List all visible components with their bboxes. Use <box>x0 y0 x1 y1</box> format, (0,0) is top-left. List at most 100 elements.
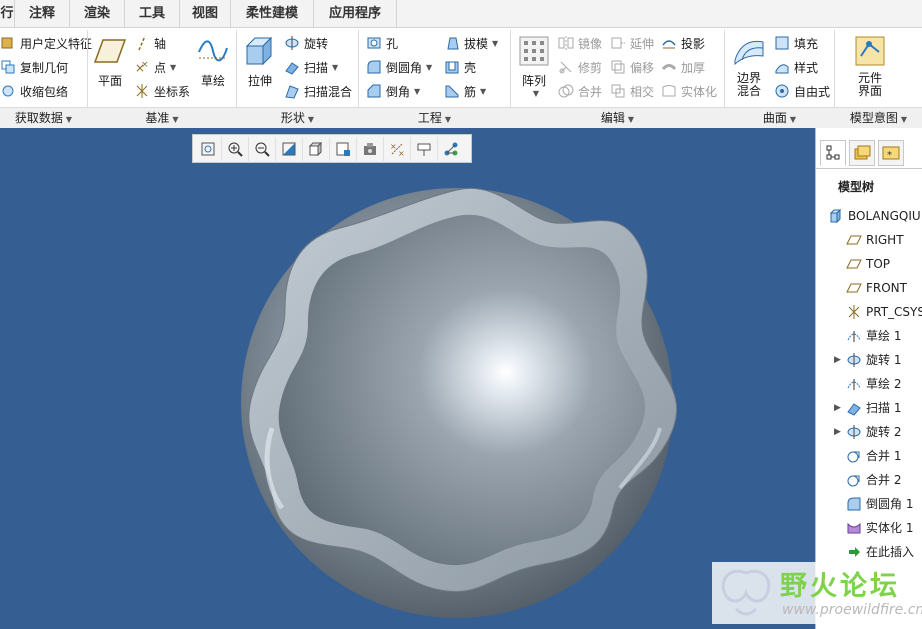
pattern-dropdown-icon[interactable]: ▼ <box>533 89 539 98</box>
tree-item-right[interactable]: RIGHT <box>846 230 904 250</box>
group-get-data-label: 获取数据 <box>14 111 63 125</box>
tree-item-label: 草绘 2 <box>866 377 902 391</box>
extend-button[interactable]: 延伸 <box>610 32 654 54</box>
csys-button[interactable]: 坐标系 <box>134 80 190 102</box>
group-surfaces[interactable]: 曲面 ▼ <box>725 108 834 128</box>
pattern-button[interactable]: 阵列 ▼ <box>517 34 551 98</box>
axis-button[interactable]: 轴 <box>134 32 166 54</box>
merge-button[interactable]: 合并 <box>558 80 602 102</box>
expand-arrow-icon[interactable]: ▶ <box>834 422 846 442</box>
merge-icon <box>846 472 862 488</box>
copy-geometry-button[interactable]: 复制几何 <box>0 56 68 78</box>
tree-item-part[interactable]: BOLANGQIU <box>828 206 921 226</box>
point-dropdown-icon[interactable]: ▼ <box>170 63 176 72</box>
tree-item-label: 草绘 1 <box>866 329 902 343</box>
favorites-tab[interactable]: * <box>878 140 904 166</box>
mirror-button[interactable]: 镜像 <box>558 32 602 54</box>
rib-dropdown-icon[interactable]: ▼ <box>480 87 486 96</box>
view-manager-icon[interactable] <box>357 136 384 161</box>
watermark-logo-icon <box>721 569 771 616</box>
zoom-in-icon[interactable] <box>222 136 249 161</box>
draft-button[interactable]: 拔模 ▼ <box>444 32 498 54</box>
copy-geometry-icon <box>0 59 16 75</box>
project-button[interactable]: 投影 <box>661 32 705 54</box>
model-tree-tab[interactable] <box>820 140 846 166</box>
menu-tab-annotate[interactable]: 注释 <box>15 0 70 27</box>
menu-tab-model[interactable]: 行 <box>0 0 15 27</box>
shell-button[interactable]: 壳 <box>444 56 476 78</box>
hole-button[interactable]: 孔 <box>366 32 398 54</box>
boundary-blend-button[interactable]: 边界 混合 <box>731 34 767 98</box>
freestyle-button[interactable]: 自由式 <box>774 80 830 102</box>
solidify-button[interactable]: 实体化 <box>661 80 717 102</box>
thicken-button[interactable]: 加厚 <box>661 56 705 78</box>
tree-item-top[interactable]: TOP <box>846 254 890 274</box>
group-get-data[interactable]: 获取数据 ▼ <box>0 108 87 128</box>
group-model-intent[interactable]: 模型意图 ▼ <box>835 108 922 128</box>
component-interface-button[interactable]: 元件 界面 <box>852 34 888 98</box>
plane-icon <box>93 34 127 68</box>
trim-button[interactable]: 修剪 <box>558 56 602 78</box>
menu-tab-applications[interactable]: 应用程序 <box>314 0 397 27</box>
folder-browser-tab[interactable] <box>849 140 875 166</box>
tree-item-csys[interactable]: PRT_CSYS <box>846 302 922 322</box>
extrude-button[interactable]: 拉伸 <box>242 34 278 89</box>
chamfer-dropdown-icon[interactable]: ▼ <box>414 87 420 96</box>
tree-item-revolve-2[interactable]: ▶ 旋转 2 <box>834 422 901 442</box>
offset-button[interactable]: 偏移 <box>610 56 654 78</box>
tree-item-merge-2[interactable]: 合并 2 <box>846 470 901 490</box>
swept-blend-button[interactable]: 扫描混合 <box>284 80 352 102</box>
chamfer-button[interactable]: 倒角 ▼ <box>366 80 420 102</box>
repaint-icon[interactable] <box>276 136 303 161</box>
refit-icon[interactable] <box>195 136 222 161</box>
group-engineering[interactable]: 工程 ▼ <box>359 108 510 128</box>
revolve-button[interactable]: 旋转 <box>284 32 328 54</box>
group-editing[interactable]: 编辑 ▼ <box>511 108 724 128</box>
tree-item-insert-here[interactable]: 在此插入 <box>846 542 914 562</box>
graphics-viewport[interactable]: × × <box>0 128 815 629</box>
menu-tab-render[interactable]: 渲染 <box>70 0 125 27</box>
tree-item-solidify-1[interactable]: 实体化 1 <box>846 518 913 538</box>
group-datum[interactable]: 基准 ▼ <box>88 108 236 128</box>
saved-views-icon[interactable] <box>330 136 357 161</box>
display-style-icon[interactable] <box>303 136 330 161</box>
draft-dropdown-icon[interactable]: ▼ <box>492 39 498 48</box>
expand-arrow-icon[interactable]: ▶ <box>834 398 846 418</box>
spin-center-icon[interactable] <box>438 137 464 161</box>
tree-item-sweep-1[interactable]: ▶ 扫描 1 <box>834 398 901 418</box>
udf-button[interactable]: 用户定义特征 <box>0 32 92 54</box>
shrinkwrap-button[interactable]: 收缩包络 <box>0 80 68 102</box>
plane-button[interactable]: 平面 <box>92 34 128 89</box>
fill-button[interactable]: 填充 <box>774 32 818 54</box>
menu-tab-view[interactable]: 视图 <box>180 0 231 27</box>
component-interface-label-line2: 界面 <box>857 84 882 98</box>
expand-arrow-icon[interactable]: ▶ <box>834 350 846 370</box>
tree-item-sketch-2[interactable]: 草绘 2 <box>846 374 901 394</box>
tree-item-sketch-1[interactable]: 草绘 1 <box>846 326 901 346</box>
boundary-blend-label-line2: 混合 <box>736 84 761 98</box>
shell-icon <box>444 59 460 75</box>
tree-item-front[interactable]: FRONT <box>846 278 907 298</box>
point-button[interactable]: × × 点 ▼ <box>134 56 176 78</box>
tree-item-revolve-1[interactable]: ▶ 旋转 1 <box>834 350 901 370</box>
ribbon-group-labels: 获取数据 ▼ 基准 ▼ 形状 ▼ 工程 ▼ 编辑 ▼ 曲面 ▼ 模型意图 ▼ <box>0 107 922 129</box>
annotation-display-icon[interactable] <box>411 136 438 161</box>
tree-item-round-1[interactable]: 倒圆角 1 <box>846 494 913 514</box>
sketch-button[interactable]: 草绘 <box>196 34 230 89</box>
style-button[interactable]: 样式 <box>774 56 818 78</box>
intersect-button[interactable]: 相交 <box>610 80 654 102</box>
sweep-icon <box>284 59 300 75</box>
datum-display-icon[interactable]: × × <box>384 136 411 161</box>
round-button[interactable]: 倒圆角 ▼ <box>366 56 432 78</box>
menu-tab-flexible-modeling[interactable]: 柔性建模 <box>231 0 314 27</box>
zoom-out-icon[interactable] <box>249 136 276 161</box>
tree-item-merge-1[interactable]: 合并 1 <box>846 446 901 466</box>
group-shapes[interactable]: 形状 ▼ <box>237 108 358 128</box>
rib-button[interactable]: 筋 ▼ <box>444 80 486 102</box>
tree-item-label: TOP <box>866 257 891 271</box>
round-dropdown-icon[interactable]: ▼ <box>426 63 432 72</box>
sweep-dropdown-icon[interactable]: ▼ <box>332 63 338 72</box>
menu-tab-tools[interactable]: 工具 <box>125 0 180 27</box>
sweep-button[interactable]: 扫描 ▼ <box>284 56 338 78</box>
group-editing-label: 编辑 <box>600 111 625 125</box>
